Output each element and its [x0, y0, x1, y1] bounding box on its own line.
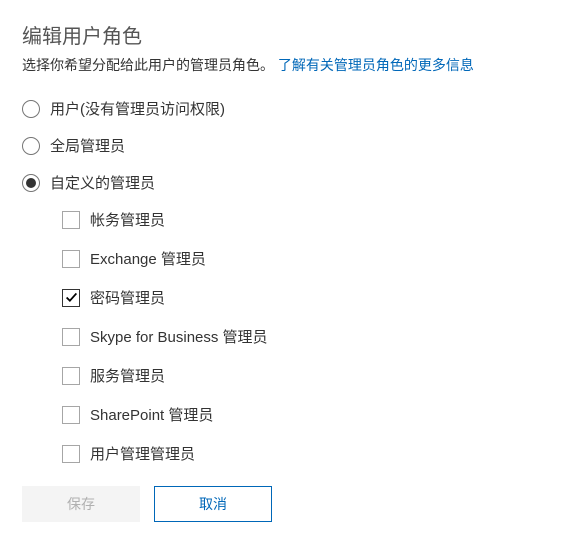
radio-icon — [22, 137, 40, 155]
role-option-global[interactable]: 全局管理员 — [22, 135, 541, 156]
checkbox-usermgmt-admin[interactable]: 用户管理管理员 — [62, 443, 541, 464]
checkbox-billing-admin[interactable]: 帐务管理员 — [62, 209, 541, 230]
checkbox-icon — [62, 445, 80, 463]
checkbox-label: 帐务管理员 — [90, 209, 165, 230]
checkbox-service-admin[interactable]: 服务管理员 — [62, 365, 541, 386]
save-button[interactable]: 保存 — [22, 486, 140, 522]
checkbox-password-admin[interactable]: 密码管理员 — [62, 287, 541, 308]
dialog-subtitle: 选择你希望分配给此用户的管理员角色。 了解有关管理员角色的更多信息 — [22, 55, 541, 76]
checkbox-icon — [62, 367, 80, 385]
checkbox-icon — [62, 328, 80, 346]
checkbox-label: Skype for Business 管理员 — [90, 326, 268, 347]
checkbox-icon — [62, 211, 80, 229]
checkbox-exchange-admin[interactable]: Exchange 管理员 — [62, 248, 541, 269]
cancel-button[interactable]: 取消 — [154, 486, 272, 522]
custom-admin-checkbox-group: 帐务管理员 Exchange 管理员 密码管理员 Skype for Busin… — [62, 209, 541, 464]
checkbox-label: 用户管理管理员 — [90, 443, 195, 464]
checkbox-label: Exchange 管理员 — [90, 248, 206, 269]
subtitle-text: 选择你希望分配给此用户的管理员角色。 — [22, 57, 274, 73]
checkbox-sharepoint-admin[interactable]: SharePoint 管理员 — [62, 404, 541, 425]
learn-more-link[interactable]: 了解有关管理员角色的更多信息 — [278, 57, 474, 73]
role-option-custom[interactable]: 自定义的管理员 — [22, 172, 541, 193]
checkbox-icon — [62, 289, 80, 307]
checkbox-icon — [62, 406, 80, 424]
dialog-button-row: 保存 取消 — [22, 486, 541, 522]
radio-icon — [22, 100, 40, 118]
dialog-title: 编辑用户角色 — [22, 20, 541, 49]
radio-icon — [22, 174, 40, 192]
role-radio-group: 用户(没有管理员访问权限) 全局管理员 自定义的管理员 — [22, 98, 541, 193]
radio-label: 用户(没有管理员访问权限) — [50, 98, 225, 119]
role-option-user[interactable]: 用户(没有管理员访问权限) — [22, 98, 541, 119]
checkbox-icon — [62, 250, 80, 268]
checkbox-label: 服务管理员 — [90, 365, 165, 386]
checkbox-label: SharePoint 管理员 — [90, 404, 213, 425]
radio-label: 自定义的管理员 — [50, 172, 155, 193]
radio-label: 全局管理员 — [50, 135, 125, 156]
checkbox-skype-admin[interactable]: Skype for Business 管理员 — [62, 326, 541, 347]
checkbox-label: 密码管理员 — [90, 287, 165, 308]
